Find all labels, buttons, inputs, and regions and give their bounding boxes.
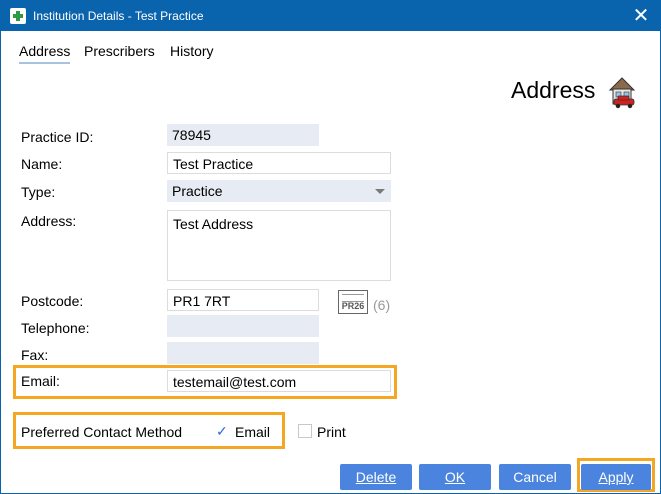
tab-prescribers[interactable]: Prescribers: [84, 43, 155, 59]
close-button[interactable]: ✕: [630, 5, 652, 27]
ok-button[interactable]: OK: [419, 464, 491, 490]
fax-field[interactable]: [167, 342, 319, 364]
apply-button[interactable]: Apply: [581, 464, 651, 490]
app-icon: [10, 8, 26, 24]
dialog-window: Institution Details - Test Practice ✕ Ad…: [0, 0, 661, 494]
chevron-down-icon: [375, 189, 385, 194]
print-checkbox[interactable]: [298, 424, 312, 438]
title-bar: Institution Details - Test Practice ✕: [1, 1, 660, 31]
fax-label: Fax:: [21, 347, 49, 363]
window-title: Institution Details - Test Practice: [33, 9, 204, 23]
pr26-label: PR26: [341, 301, 365, 311]
pr26-count: (6): [373, 297, 391, 313]
email-option-label[interactable]: Email: [235, 424, 270, 440]
house-with-car-icon: [608, 77, 636, 109]
postcode-label: Postcode:: [21, 293, 84, 309]
type-select[interactable]: Practice: [167, 180, 391, 202]
tab-history[interactable]: History: [170, 43, 214, 59]
name-label: Name:: [21, 156, 63, 172]
tab-address[interactable]: Address: [19, 43, 71, 64]
pr26-button[interactable]: PR26: [338, 290, 368, 314]
type-label: Type:: [21, 184, 56, 200]
type-select-value: Practice: [172, 183, 223, 199]
telephone-field[interactable]: [167, 315, 319, 337]
email-checkbox[interactable]: ✓: [216, 423, 228, 440]
name-input[interactable]: Test Practice: [167, 152, 391, 174]
cancel-button[interactable]: Cancel: [499, 464, 571, 490]
telephone-label: Telephone:: [21, 320, 90, 336]
contact-method-label: Preferred Contact Method: [21, 424, 183, 440]
postcode-input[interactable]: PR1 7RT: [167, 289, 319, 311]
practice-id-field: 78945: [167, 124, 319, 146]
email-input[interactable]: testemail@test.com: [167, 370, 391, 392]
email-label: Email:: [21, 373, 60, 389]
section-title: Address: [511, 77, 596, 103]
print-option-label[interactable]: Print: [317, 424, 346, 440]
address-textarea[interactable]: Test Address: [167, 210, 391, 281]
address-label: Address:: [21, 213, 77, 229]
practice-id-label: Practice ID:: [21, 129, 94, 145]
delete-button[interactable]: Delete: [340, 464, 412, 490]
